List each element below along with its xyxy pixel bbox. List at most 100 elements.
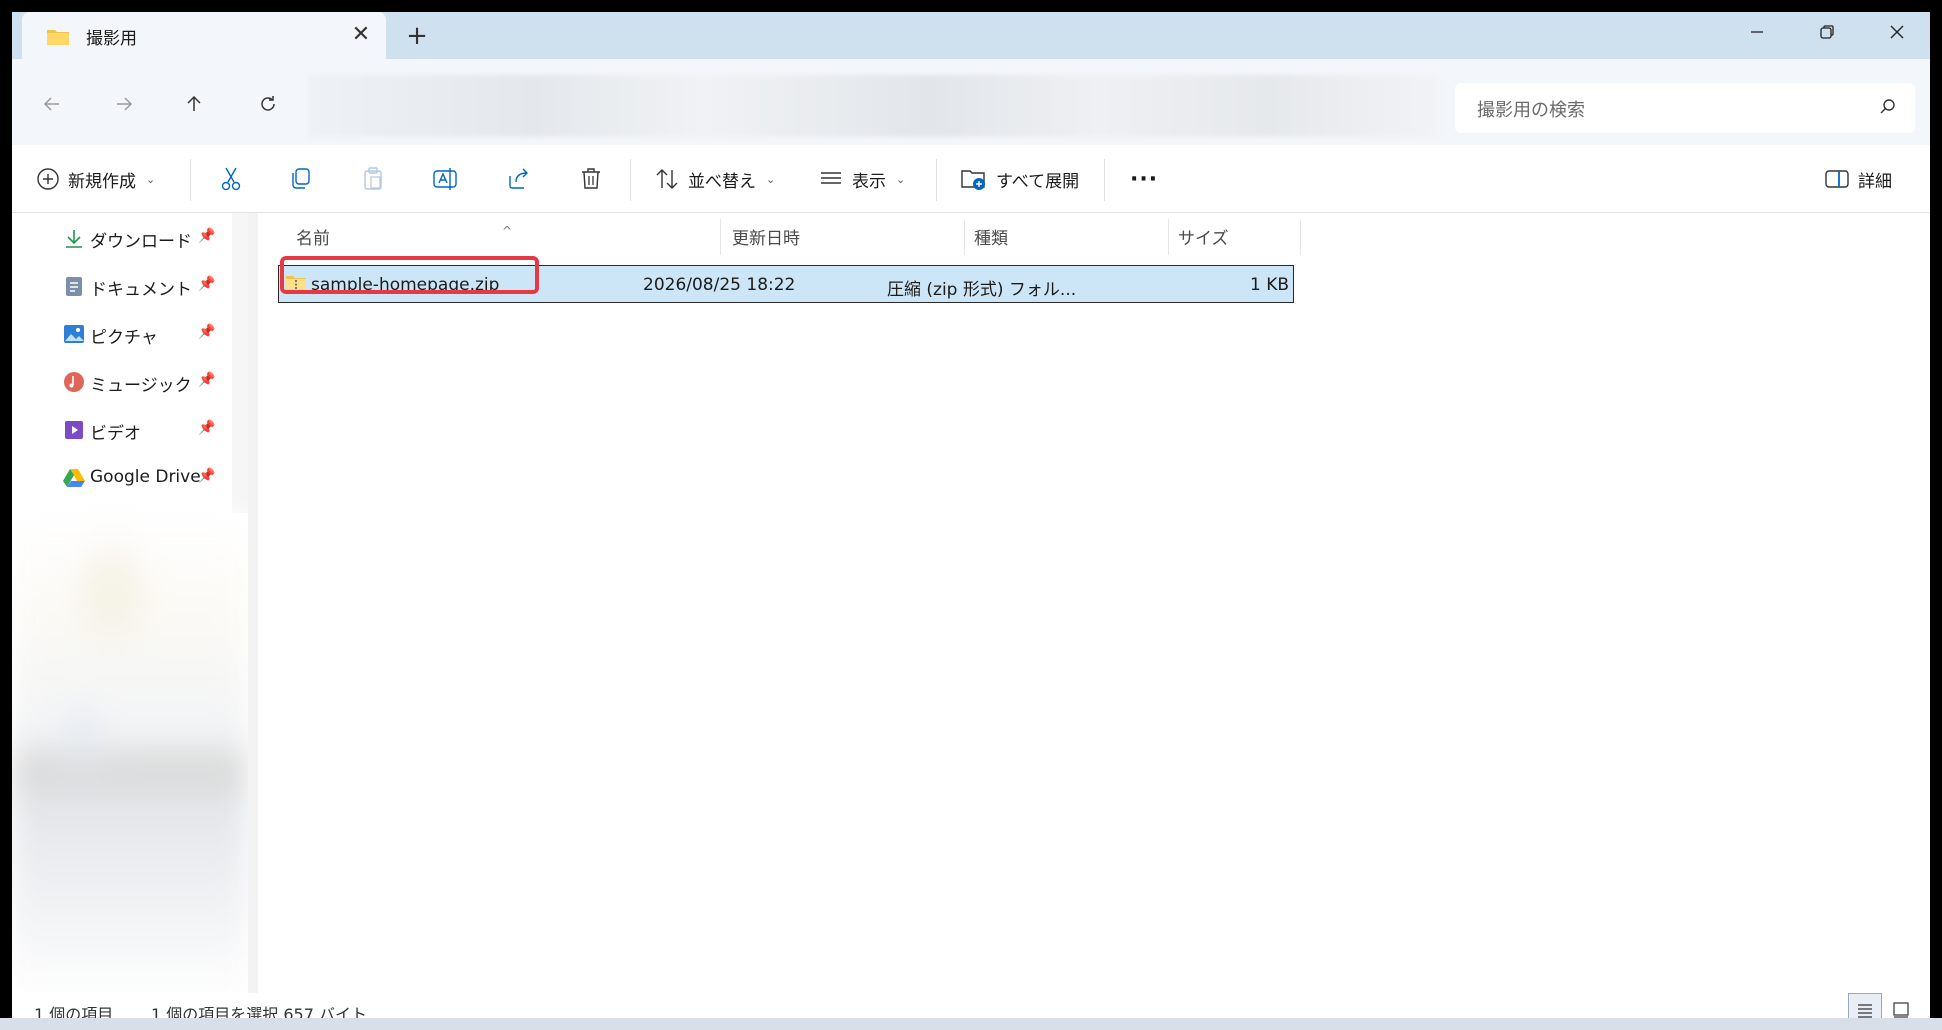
navigation-pane: ダウンロード 📌 ドキュメント 📌 ピクチャ 📌 ミュージック 📌 ビデオ 📌 … — [12, 213, 248, 1003]
column-header-type[interactable]: 種類 — [974, 224, 1008, 249]
chevron-down-icon: ⌄ — [896, 172, 906, 186]
new-button[interactable]: 新規作成 ⌄ — [36, 159, 155, 199]
sidebar-item-label: ビデオ — [90, 424, 141, 444]
search-icon — [1879, 98, 1897, 120]
copy-button[interactable] — [288, 159, 314, 199]
file-list: ^ 名前 更新日時 種類 サイズ sample-homepage.zip 202… — [258, 213, 1930, 993]
close-tab-icon[interactable]: ✕ — [348, 22, 374, 48]
sidebar-item-documents[interactable]: ドキュメント 📌 — [12, 264, 232, 308]
picture-icon — [62, 322, 86, 346]
sidebar-scrollbar[interactable] — [232, 213, 248, 513]
sort-ascending-icon: ^ — [502, 224, 513, 238]
column-header-modified[interactable]: 更新日時 — [732, 224, 800, 249]
pin-icon: 📌 — [198, 372, 216, 388]
search-placeholder: 撮影用の検索 — [1477, 100, 1585, 121]
sidebar-item-label: Google Drive — [90, 467, 201, 487]
column-header-size[interactable]: サイズ — [1178, 224, 1229, 249]
sidebar-item-google-drive[interactable]: Google Drive 📌 — [12, 456, 232, 500]
tab-current[interactable]: 撮影用 ✕ — [22, 12, 386, 59]
rename-icon — [433, 168, 457, 190]
chevron-down-icon: ⌄ — [766, 172, 776, 186]
plus-circle-icon — [37, 168, 59, 190]
more-options-button[interactable]: ··· — [1130, 159, 1158, 199]
title-bar: 撮影用 ✕ + — [12, 12, 1930, 59]
column-header-name[interactable]: 名前 — [296, 224, 330, 249]
refresh-button[interactable] — [248, 84, 288, 124]
folder-icon — [46, 27, 70, 51]
desktop-strip — [0, 1018, 1942, 1030]
column-divider[interactable] — [964, 219, 965, 255]
delete-button[interactable] — [578, 159, 604, 199]
refresh-icon — [261, 96, 275, 111]
command-bar: 新規作成 ⌄ 並べ替え ⌄ 表示 ⌄ すべて展開 ··· 詳細 — [12, 145, 1930, 213]
up-button[interactable] — [174, 84, 214, 124]
sidebar-item-label: ドキュメント — [90, 280, 192, 300]
share-icon — [509, 168, 528, 189]
column-divider[interactable] — [1168, 219, 1169, 255]
new-tab-button[interactable]: + — [404, 23, 430, 50]
divider — [190, 159, 191, 201]
search-box[interactable]: 撮影用の検索 — [1455, 83, 1915, 133]
view-button[interactable]: 表示 ⌄ — [818, 159, 905, 199]
back-button[interactable] — [32, 84, 72, 124]
annotation-highlight-box — [280, 256, 539, 294]
list-view-icon — [821, 172, 841, 184]
video-icon — [62, 418, 86, 442]
sidebar-blurred-items — [12, 513, 248, 1003]
pin-icon: 📌 — [198, 468, 216, 484]
cut-icon — [221, 167, 241, 191]
paste-icon — [364, 167, 382, 190]
pin-icon: 📌 — [198, 420, 216, 436]
close-window-button[interactable] — [1862, 12, 1930, 52]
pin-icon: 📌 — [198, 276, 216, 292]
column-divider[interactable] — [720, 219, 721, 255]
share-button[interactable] — [506, 159, 532, 199]
paste-button[interactable] — [360, 159, 386, 199]
extract-folder-icon — [961, 170, 985, 190]
divider — [936, 159, 937, 201]
extract-all-button[interactable]: すべて展開 — [960, 159, 1079, 199]
column-divider[interactable] — [1300, 219, 1301, 255]
address-bar[interactable] — [308, 75, 1438, 137]
tiles-view-icon — [1893, 1002, 1909, 1018]
sort-icon — [656, 169, 678, 189]
pin-icon: 📌 — [198, 228, 216, 244]
sidebar-item-downloads[interactable]: ダウンロード 📌 — [12, 216, 232, 260]
file-explorer-window: 撮影用 ✕ + 撮影用の検索 新規作成 ⌄ 並べ替え ⌄ 表示 ⌄ すべて展開 … — [12, 12, 1930, 1030]
sidebar-item-videos[interactable]: ビデオ 📌 — [12, 408, 232, 452]
file-size: 1 KB — [1249, 275, 1289, 295]
sidebar-item-music[interactable]: ミュージック 📌 — [12, 360, 232, 404]
sort-button-label: 並べ替え — [688, 171, 756, 192]
divider — [1104, 159, 1105, 201]
pane-splitter[interactable] — [248, 213, 258, 993]
sidebar-item-label: ミュージック — [90, 376, 192, 396]
rename-button[interactable] — [432, 159, 460, 199]
details-button-label: 詳細 — [1858, 171, 1892, 192]
sidebar-item-label: ダウンロード — [90, 232, 192, 252]
arrow-right-icon — [117, 97, 133, 111]
navigation-bar: 撮影用の検索 — [12, 59, 1930, 145]
minimize-button[interactable] — [1722, 12, 1792, 52]
new-button-label: 新規作成 — [68, 171, 136, 192]
details-button[interactable]: 詳細 — [1824, 159, 1892, 199]
chevron-down-icon: ⌄ — [146, 172, 156, 186]
divider — [630, 159, 631, 201]
download-icon — [62, 226, 86, 250]
arrow-up-icon — [187, 95, 201, 111]
extract-all-label: すべて展開 — [996, 171, 1080, 192]
file-modified: 2026/08/25 18:22 — [643, 275, 796, 295]
document-icon — [62, 274, 86, 298]
copy-icon — [292, 168, 310, 189]
arrow-left-icon — [43, 97, 59, 111]
sidebar-item-pictures[interactable]: ピクチャ 📌 — [12, 312, 232, 356]
restore-button[interactable] — [1792, 12, 1862, 52]
cut-button[interactable] — [218, 159, 244, 199]
trash-icon — [582, 168, 600, 189]
details-pane-icon — [1825, 170, 1849, 188]
forward-button[interactable] — [104, 84, 144, 124]
sort-button[interactable]: 並べ替え ⌄ — [654, 159, 775, 199]
tab-title: 撮影用 — [86, 29, 137, 49]
more-icon: ··· — [1130, 166, 1159, 192]
music-icon — [62, 370, 86, 394]
file-type: 圧縮 (zip 形式) フォル... — [887, 280, 1077, 300]
